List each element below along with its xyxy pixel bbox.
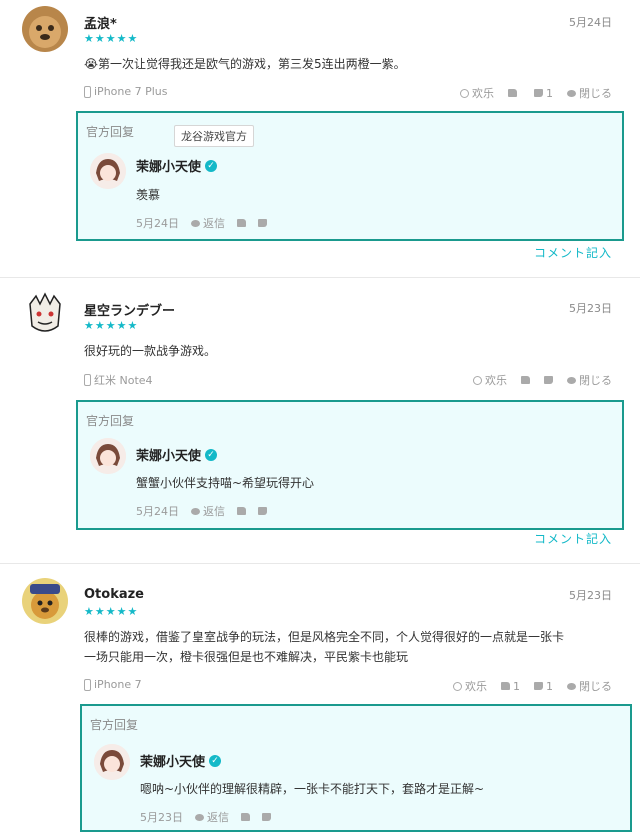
star-rating: ★★★★★ — [84, 605, 139, 618]
official-reply: 官方回复 茉娜小天使 ✓ 蟹蟹小伙伴支持喵~希望玩得开心 5月24日 返信 — [76, 400, 624, 530]
thumbs-up-icon — [521, 376, 530, 384]
thumbs-down-icon — [544, 376, 553, 384]
review-actions: 欢乐 閉じる — [473, 372, 612, 388]
crying-emoji-icon: 😭 — [84, 57, 99, 71]
device-info: 红米 Note4 — [84, 372, 153, 388]
reply-avatar[interactable] — [90, 438, 126, 474]
thumbs-up-icon[interactable] — [237, 507, 246, 515]
reply-button[interactable]: 返信 — [191, 215, 225, 231]
user-avatar[interactable] — [22, 578, 68, 624]
like-button[interactable] — [521, 376, 530, 384]
reply-avatar[interactable] — [94, 744, 130, 780]
thumbs-down-icon[interactable] — [262, 813, 271, 821]
bubble-icon — [567, 682, 576, 690]
close-button[interactable]: 閉じる — [567, 678, 612, 694]
thumbs-up-icon[interactable] — [241, 813, 250, 821]
reply-avatar[interactable] — [90, 153, 126, 189]
fun-button[interactable]: 欢乐 — [453, 678, 487, 694]
review-item: Otokaze 5月23日 ★★★★★ 很棒的游戏，借鉴了皇室战争的玩法，但是风… — [0, 564, 640, 833]
smile-icon — [473, 375, 482, 385]
close-button[interactable]: 閉じる — [567, 372, 612, 388]
reply-text: 嗯呐~小伙伴的理解很精辟，一张卡不能打天下，套路才是正解~ — [140, 782, 485, 796]
thumbs-down-icon — [534, 89, 543, 97]
bubble-icon — [195, 813, 204, 821]
phone-icon — [84, 374, 91, 386]
dislike-button[interactable]: 1 — [534, 87, 553, 100]
review-date: 5月23日 — [569, 302, 612, 315]
smile-icon — [460, 88, 469, 98]
review-text: 很好玩的一款战争游戏。 — [84, 344, 217, 358]
reply-meta: 5月23日 返信 — [140, 809, 271, 825]
thumbs-down-icon[interactable] — [258, 219, 267, 227]
reply-author[interactable]: 茉娜小天使 ✓ — [136, 156, 218, 175]
verified-icon: ✓ — [205, 159, 218, 172]
fun-button[interactable]: 欢乐 — [473, 372, 507, 388]
review-text: 😭第一次让觉得我还是欧气的游戏，第三发5连出两橙一紫。 — [84, 57, 406, 71]
dislike-button[interactable]: 1 — [534, 680, 553, 693]
username[interactable]: 星空ランデブー — [84, 300, 175, 319]
official-reply-label: 官方回复 — [90, 718, 139, 732]
bubble-icon — [191, 219, 200, 227]
reply-button[interactable]: 返信 — [195, 809, 229, 825]
review-date: 5月23日 — [569, 589, 612, 602]
thumbs-up-icon[interactable] — [237, 219, 246, 227]
reply-date: 5月23日 — [140, 811, 183, 824]
user-avatar[interactable] — [22, 292, 68, 338]
review-item: 孟浪* 5月24日 ★★★★★ 😭第一次让觉得我还是欧气的游戏，第三发5连出两橙… — [0, 0, 640, 275]
star-rating: ★★★★★ — [84, 32, 139, 45]
reply-date: 5月24日 — [136, 505, 179, 518]
device-info: iPhone 7 — [84, 678, 142, 691]
thumbs-up-icon — [508, 89, 517, 97]
thumbs-up-icon — [501, 682, 510, 690]
verified-icon: ✓ — [205, 448, 218, 461]
comment-link[interactable]: コメント記入 — [534, 244, 612, 261]
reply-meta: 5月24日 返信 — [136, 215, 267, 231]
like-button[interactable]: 1 — [501, 680, 520, 693]
reply-button[interactable]: 返信 — [191, 503, 225, 519]
official-reply-label: 官方回复 — [86, 125, 135, 139]
review-text: 很棒的游戏，借鉴了皇室战争的玩法，但是风格完全不同，个人觉得很好的一点就是一张卡… — [84, 630, 565, 664]
phone-icon — [84, 85, 91, 98]
review-meta: iPhone 7 Plus 欢乐 1 閉じる — [84, 85, 612, 101]
thumbs-down-icon — [534, 682, 543, 690]
review-item: 星空ランデブー 5月23日 ★★★★★ 很好玩的一款战争游戏。 红米 Note4… — [0, 278, 640, 563]
review-actions: 欢乐 1 1 閉じる — [453, 678, 612, 694]
star-rating: ★★★★★ — [84, 319, 139, 332]
comment-link[interactable]: コメント記入 — [534, 530, 612, 547]
like-button[interactable] — [508, 89, 520, 97]
reply-meta: 5月24日 返信 — [136, 503, 267, 519]
review-meta: 红米 Note4 欢乐 閉じる — [84, 372, 612, 388]
close-button[interactable]: 閉じる — [567, 85, 612, 101]
official-reply: 官方回复 茉娜小天使 ✓ 嗯呐~小伙伴的理解很精辟，一张卡不能打天下，套路才是正… — [80, 704, 632, 832]
dislike-button[interactable] — [544, 376, 553, 384]
verified-icon: ✓ — [209, 754, 222, 767]
device-info: iPhone 7 Plus — [84, 85, 168, 98]
official-reply: 官方回复 龙谷游戏官方 茉娜小天使 ✓ 羡慕 5月24日 返信 — [76, 111, 624, 241]
username[interactable]: 孟浪* — [84, 13, 117, 32]
thumbs-down-icon[interactable] — [258, 507, 267, 515]
reply-date: 5月24日 — [136, 217, 179, 230]
reply-author[interactable]: 茉娜小天使 ✓ — [140, 751, 222, 770]
reply-text: 羡慕 — [136, 188, 161, 202]
review-actions: 欢乐 1 閉じる — [460, 85, 612, 101]
review-date: 5月24日 — [569, 16, 612, 29]
official-tooltip: 龙谷游戏官方 — [174, 125, 254, 147]
bubble-icon — [567, 376, 576, 384]
reply-author[interactable]: 茉娜小天使 ✓ — [136, 445, 218, 464]
review-meta: iPhone 7 欢乐 1 1 閉じる — [84, 678, 612, 694]
bubble-icon — [191, 507, 200, 515]
bubble-icon — [567, 89, 576, 97]
official-reply-label: 官方回复 — [86, 414, 135, 428]
username[interactable]: Otokaze — [84, 587, 144, 602]
user-avatar[interactable] — [22, 6, 68, 52]
smile-icon — [453, 681, 462, 691]
phone-icon — [84, 678, 91, 691]
reply-text: 蟹蟹小伙伴支持喵~希望玩得开心 — [136, 476, 315, 490]
fun-button[interactable]: 欢乐 — [460, 85, 494, 101]
